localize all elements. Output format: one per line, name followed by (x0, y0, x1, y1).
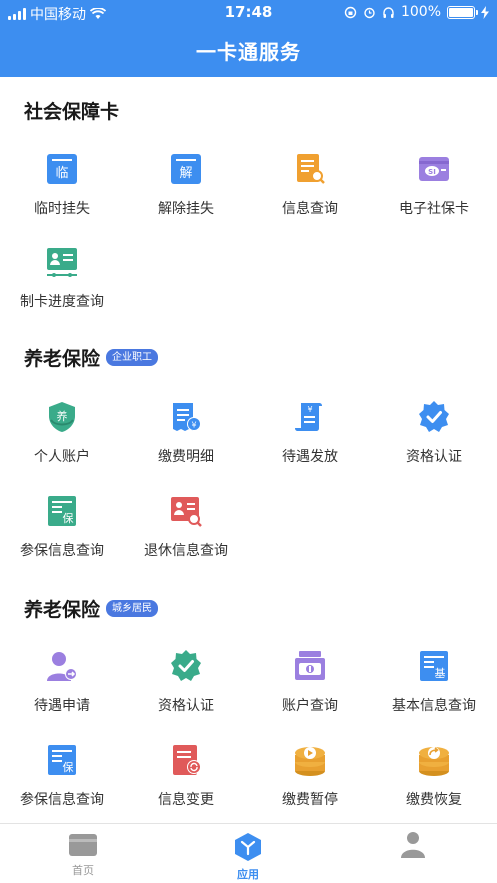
info-query-icon (297, 154, 325, 184)
payment-resume-icon (419, 747, 449, 776)
svg-text:解: 解 (179, 166, 192, 181)
service-item-cancel-report-loss[interactable]: 解 解除挂失 (124, 152, 248, 218)
headphones-icon (383, 6, 394, 18)
cancel-report-loss-icon: 解 (171, 154, 201, 184)
service-item-insured-info-resident[interactable]: 保 参保信息查询 (0, 743, 124, 809)
tab-home[interactable]: 首页 (43, 832, 123, 878)
section-title-text: 社会保障卡 (24, 101, 120, 123)
benefit-application-icon (47, 652, 77, 681)
app-header: 中国移动 17:48 100% 一卡通服务 (0, 0, 497, 77)
service-item-label: 参保信息查询 (20, 543, 104, 559)
service-item-label: 缴费明细 (158, 449, 214, 465)
service-item-insured-info[interactable]: 保 参保信息查询 (0, 494, 124, 560)
service-item-label: 电子社保卡 (399, 201, 469, 217)
svg-text:¥: ¥ (307, 405, 312, 414)
service-item-electronic-social-card[interactable]: SI 电子社保卡 (372, 152, 496, 218)
home-card-icon (69, 834, 97, 856)
svg-text:养: 养 (57, 409, 68, 423)
info-change-icon (173, 745, 201, 775)
service-item-temporary-report-loss[interactable]: 临 临时挂失 (0, 152, 124, 218)
service-item-label: 退休信息查询 (144, 543, 228, 559)
card-progress-icon (47, 248, 77, 277)
service-item-label: 个人账户 (34, 449, 90, 465)
section-tag-enterprise: 企业职工 (106, 349, 159, 366)
service-item-label: 资格认证 (158, 698, 214, 714)
status-right: 100% (344, 4, 489, 20)
service-item-label: 缴费恢复 (406, 792, 462, 808)
service-item-basic-info[interactable]: 基 基本信息查询 (372, 649, 496, 715)
battery-icon (447, 5, 478, 19)
tab-profile[interactable] (373, 832, 453, 862)
tab-label: 应用 (237, 868, 259, 881)
service-item-label: 待遇发放 (282, 449, 338, 465)
qualification-badge-icon (419, 401, 449, 432)
apps-icon (235, 833, 261, 861)
service-item-label: 制卡进度查询 (20, 294, 104, 310)
retirement-info-icon (171, 497, 202, 527)
service-item-label: 解除挂失 (158, 201, 214, 217)
account-query-icon (295, 651, 325, 680)
battery-fill (449, 7, 473, 17)
section-title-text: 养老保险 (24, 348, 101, 370)
service-item-label: 缴费暂停 (282, 792, 338, 808)
temporary-report-loss-icon: 临 (47, 154, 77, 184)
svg-text:临: 临 (55, 166, 68, 181)
section-tag-resident: 城乡居民 (106, 600, 159, 617)
section-title-resident-pension: 养老保险 城乡居民 (24, 595, 159, 622)
bottom-tab-bar: 首页 应用 (0, 823, 497, 883)
service-item-benefit-application[interactable]: 待遇申请 (0, 649, 124, 715)
alarm-icon (364, 7, 375, 18)
service-item-account-query[interactable]: 账户查询 (248, 649, 372, 715)
benefit-scroll-icon: ¥ (295, 403, 322, 431)
service-content: 社会保障卡 临 临时挂失 解 解除挂失 信息查询 SI 电子社保卡 制卡进度查询… (0, 77, 497, 823)
personal-account-shield-icon: 养 (49, 402, 75, 432)
electronic-social-card-icon: SI (419, 157, 449, 181)
service-item-info-change[interactable]: 信息变更 (124, 743, 248, 809)
service-item-label: 基本信息查询 (392, 698, 476, 714)
service-item-payment-pause[interactable]: 缴费暂停 (248, 743, 372, 809)
service-item-label: 待遇申请 (34, 698, 90, 714)
status-bar: 中国移动 17:48 100% (0, 0, 497, 26)
insured-info-icon: 保 (48, 745, 76, 775)
service-item-label: 参保信息查询 (20, 792, 104, 808)
service-item-benefit-payment[interactable]: ¥ 待遇发放 (248, 400, 372, 466)
svg-text:SI: SI (428, 168, 436, 176)
battery-percent: 100% (400, 4, 441, 20)
section-title-social-card: 社会保障卡 (24, 97, 119, 124)
payment-details-icon: ¥ (173, 403, 201, 431)
tab-apps[interactable]: 应用 (208, 832, 288, 882)
orientation-lock-icon (344, 6, 357, 18)
service-item-qualification-resident[interactable]: 资格认证 (124, 649, 248, 715)
charging-icon (481, 5, 489, 19)
svg-text:基: 基 (435, 667, 446, 680)
qualification-badge-icon (171, 650, 201, 681)
service-item-qualification[interactable]: 资格认证 (372, 400, 496, 466)
section-title-enterprise-pension: 养老保险 企业职工 (24, 344, 159, 371)
service-item-retirement-info[interactable]: 退休信息查询 (124, 494, 248, 560)
service-item-card-progress[interactable]: 制卡进度查询 (0, 245, 124, 311)
service-item-payment-resume[interactable]: 缴费恢复 (372, 743, 496, 809)
service-item-payment-details[interactable]: ¥ 缴费明细 (124, 400, 248, 466)
tab-label: 首页 (72, 864, 94, 877)
service-item-label: 账户查询 (282, 698, 338, 714)
service-item-label: 信息变更 (158, 792, 214, 808)
payment-pause-icon (295, 747, 325, 776)
svg-text:¥: ¥ (191, 421, 196, 430)
insured-info-icon: 保 (48, 496, 76, 526)
profile-icon (401, 832, 425, 858)
service-item-info-query[interactable]: 信息查询 (248, 152, 372, 218)
svg-text:保: 保 (63, 511, 74, 525)
basic-info-icon: 基 (420, 651, 448, 681)
section-title-text: 养老保险 (24, 599, 101, 621)
svg-text:保: 保 (63, 760, 74, 774)
service-item-label: 临时挂失 (34, 201, 90, 217)
service-item-label: 资格认证 (406, 449, 462, 465)
service-item-personal-account[interactable]: 养 个人账户 (0, 400, 124, 466)
service-item-label: 信息查询 (282, 201, 338, 217)
page-title: 一卡通服务 (196, 40, 301, 64)
